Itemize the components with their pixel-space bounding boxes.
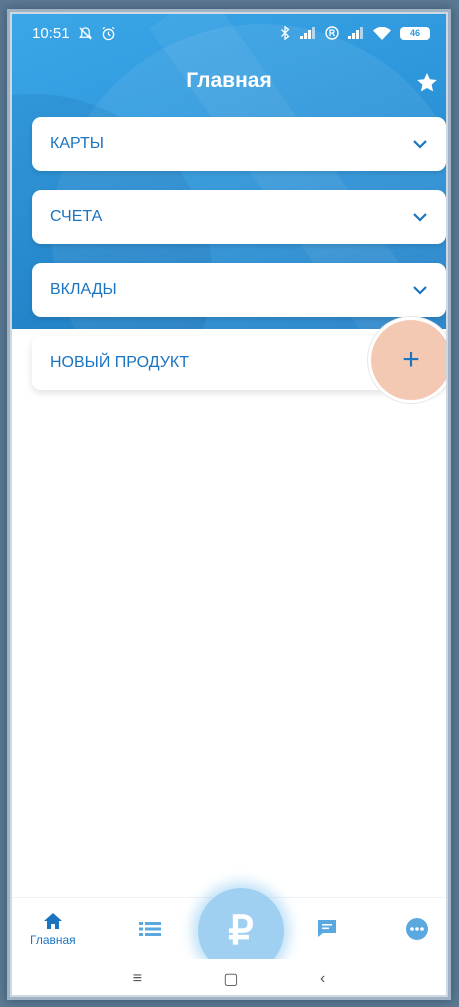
signal-icon <box>348 27 364 39</box>
home-icon <box>43 912 63 930</box>
section-label: ВКЛАДЫ <box>50 281 117 298</box>
section-label: СЧЕТА <box>50 208 103 225</box>
page-title: Главная <box>186 69 272 92</box>
bell-off-icon <box>78 26 93 41</box>
system-nav-bar: ≡ ▢ ‹ <box>12 959 446 995</box>
add-product-button[interactable]: + <box>368 317 446 403</box>
nav-home-label: Главная <box>30 932 76 947</box>
star-icon[interactable] <box>414 70 440 96</box>
nav-chat[interactable] <box>314 898 340 960</box>
nav-list[interactable] <box>137 898 163 960</box>
list-icon <box>139 921 161 937</box>
phone-screen: 10:51 46 Главная КАРТЫ СЧЕТА ВКЛАДЫ НОВЫ… <box>10 12 448 997</box>
status-right: 46 <box>279 26 430 40</box>
status-time: 10:51 <box>32 24 70 42</box>
chevron-down-icon <box>412 209 428 225</box>
new-product-label: НОВЫЙ ПРОДУКТ <box>50 354 189 371</box>
chevron-down-icon <box>412 136 428 152</box>
header-banner: 10:51 46 Главная КАРТЫ СЧЕТА ВКЛАДЫ <box>12 14 446 329</box>
chevron-down-icon <box>412 282 428 298</box>
bluetooth-icon <box>279 26 291 40</box>
rouble-icon: ₽ <box>228 909 254 953</box>
plus-icon: + <box>402 343 420 376</box>
section-cards[interactable]: КАРТЫ <box>32 117 446 171</box>
wifi-icon <box>373 26 391 40</box>
section-label: КАРТЫ <box>50 135 104 152</box>
chat-icon <box>316 919 338 939</box>
back-button[interactable]: ‹ <box>320 970 325 988</box>
section-accounts[interactable]: СЧЕТА <box>32 190 446 244</box>
more-icon <box>405 917 429 941</box>
status-left: 10:51 <box>32 25 116 42</box>
nav-more[interactable] <box>404 898 430 960</box>
recent-apps-button[interactable]: ≡ <box>133 970 142 988</box>
status-bar: 10:51 46 <box>12 14 446 52</box>
battery-icon: 46 <box>400 26 430 40</box>
nav-home[interactable]: Главная <box>30 898 76 960</box>
alarm-icon <box>101 26 116 41</box>
section-deposits[interactable]: ВКЛАДЫ <box>32 263 446 317</box>
home-button[interactable]: ▢ <box>223 969 238 989</box>
signal-icon <box>300 27 316 39</box>
roaming-icon <box>325 26 339 40</box>
